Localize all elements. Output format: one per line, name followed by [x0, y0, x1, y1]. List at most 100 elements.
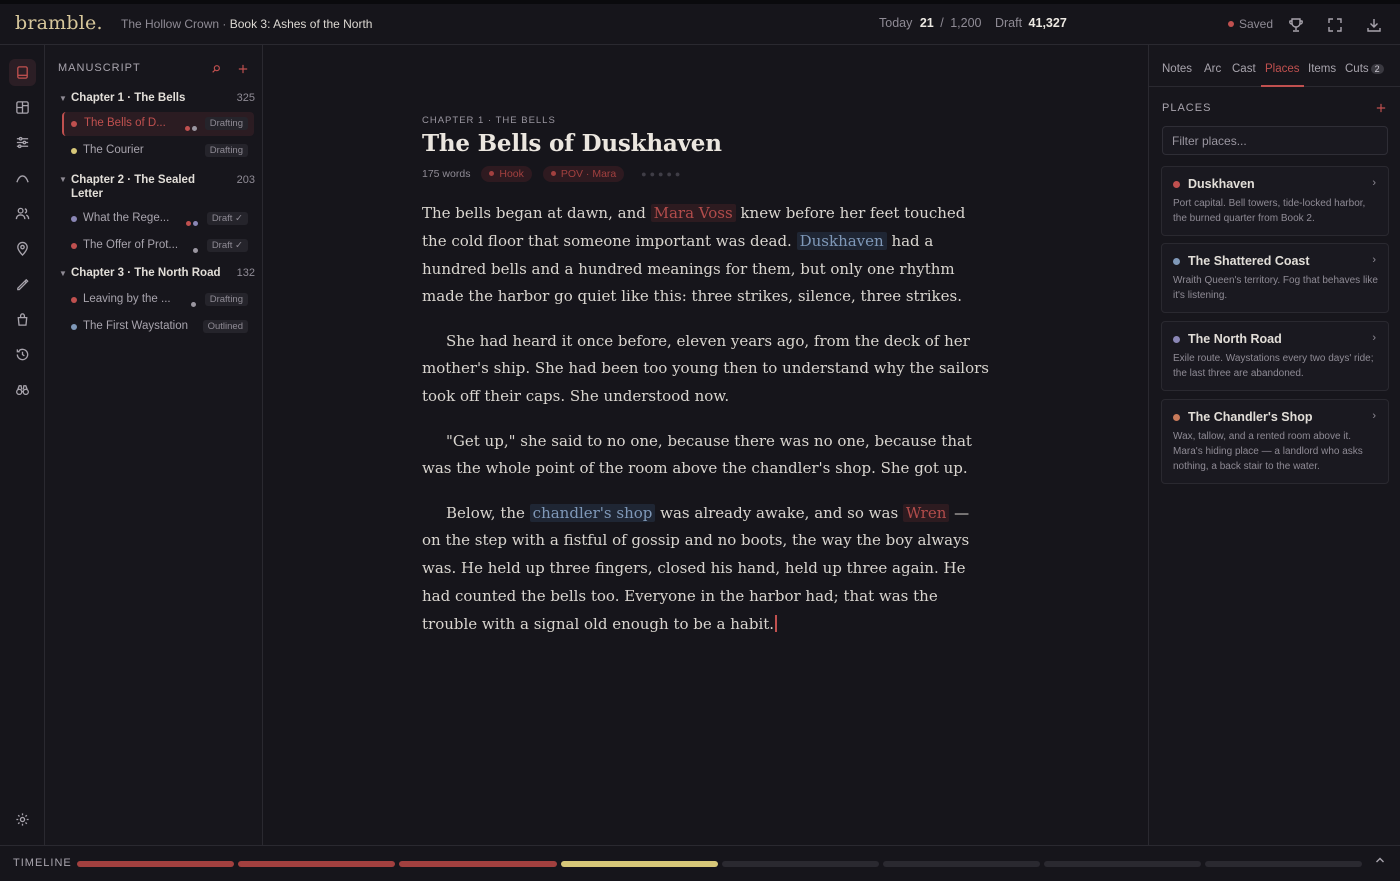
place-card[interactable]: The North Road › Exile route. Waystation…	[1161, 321, 1389, 391]
chevron-down-icon[interactable]: ▼	[59, 269, 71, 278]
tab-cuts-label: Cuts	[1345, 63, 1369, 75]
chapter-3[interactable]: ▼ Chapter 3 · The North Road 132	[59, 267, 255, 279]
scene-item[interactable]: The First Waystation Outlined	[62, 315, 254, 339]
word-count: 175 words	[422, 168, 471, 180]
manuscript-icon[interactable]	[9, 59, 36, 86]
pov-dots	[186, 217, 200, 226]
place-color-dot	[1173, 414, 1180, 421]
star-icon[interactable]: ●	[650, 169, 658, 179]
timeline-segment[interactable]	[722, 861, 879, 867]
items-icon[interactable]	[9, 306, 36, 333]
tab-items[interactable]: Items	[1308, 63, 1336, 75]
timeline-segment[interactable]	[561, 861, 718, 867]
history-icon[interactable]	[9, 341, 36, 368]
place-card[interactable]: Duskhaven › Port capital. Bell towers, t…	[1161, 166, 1389, 236]
tab-cuts[interactable]: Cuts 2	[1345, 63, 1384, 75]
goal-slash: /	[940, 16, 944, 30]
today-goal: 1,200	[950, 16, 982, 30]
hook-tag-dot	[489, 171, 495, 176]
download-icon[interactable]	[1365, 16, 1383, 34]
scene-status-dot	[71, 243, 77, 249]
places-icon[interactable]	[9, 235, 36, 262]
manuscript-heading: MANUSCRIPT	[58, 62, 141, 74]
hook-tag[interactable]: Hook	[481, 166, 532, 182]
pov-dot	[192, 126, 197, 131]
pov-dot	[193, 248, 198, 253]
character-mention[interactable]: Mara Voss	[650, 204, 736, 222]
pov-dot	[185, 126, 190, 131]
fullscreen-icon[interactable]	[1326, 16, 1344, 34]
chapter-word-count: 203	[236, 174, 255, 186]
chevron-down-icon[interactable]: ▼	[59, 94, 71, 103]
pov-dot	[193, 221, 198, 226]
scene-status-badge: Drafting	[204, 144, 248, 157]
chevron-right-icon[interactable]: ›	[1372, 177, 1376, 189]
board-icon[interactable]	[9, 94, 36, 121]
cast-icon[interactable]	[9, 200, 36, 227]
character-mention[interactable]: Wren	[902, 503, 950, 522]
rating-stars[interactable]: ●●●●●	[641, 169, 683, 179]
tab-notes[interactable]: Notes	[1162, 63, 1192, 75]
timeline-segment[interactable]	[77, 861, 234, 867]
place-card[interactable]: The Chandler's Shop › Wax, tallow, and a…	[1161, 399, 1389, 484]
star-icon[interactable]: ●	[666, 169, 674, 179]
add-place-icon[interactable]	[1376, 100, 1386, 116]
breadcrumb-book[interactable]: Book 3: Ashes of the North	[230, 17, 373, 31]
editor-pane[interactable]: CHAPTER 1 · THE BELLS The Bells of Duskh…	[263, 45, 1148, 845]
scene-item[interactable]: Leaving by the ... Drafting	[62, 288, 254, 312]
settings-icon[interactable]	[9, 806, 36, 833]
star-icon[interactable]: ●	[675, 169, 683, 179]
paragraph: "Get up," she said to no one, because th…	[422, 431, 972, 478]
chevron-right-icon[interactable]: ›	[1372, 332, 1376, 344]
sliders-icon[interactable]	[9, 129, 36, 156]
timeline-segment[interactable]	[883, 861, 1040, 867]
place-name: The Chandler's Shop	[1188, 410, 1313, 424]
filter-places-input[interactable]	[1162, 126, 1388, 155]
scene-item[interactable]: What the Rege... Draft ✓	[62, 207, 254, 231]
pen-icon[interactable]	[9, 270, 36, 297]
scene-item[interactable]: The Offer of Prot... Draft ✓	[62, 234, 254, 258]
star-icon[interactable]: ●	[641, 169, 649, 179]
scene-title: The Offer of Prot...	[83, 239, 179, 251]
scene-title: The Courier	[83, 144, 144, 156]
pov-tag-label: POV · Mara	[560, 168, 617, 180]
word-stats: Today 21 / 1,200 Draft 41,327	[879, 16, 1067, 30]
timeline-segment[interactable]	[1044, 861, 1201, 867]
chapter-2[interactable]: ▼ Chapter 2 · The Sealed Letter 203	[59, 173, 255, 201]
add-scene-icon[interactable]	[238, 62, 248, 76]
paragraph: The bells began at dawn, and Mara Voss k…	[422, 200, 992, 311]
place-mention[interactable]: chandler's shop	[529, 503, 656, 522]
scene-meta: 175 words Hook POV · Mara ●●●●●	[422, 166, 683, 182]
text-caret	[775, 614, 777, 632]
scene-item[interactable]: The Courier Drafting	[62, 139, 254, 163]
pov-dots	[191, 298, 198, 307]
text-run: — on the step with a fistful of gossip a…	[422, 503, 970, 633]
trophy-icon[interactable]	[1287, 16, 1305, 34]
chevron-right-icon[interactable]: ›	[1372, 410, 1376, 422]
scene-title-heading[interactable]: The Bells of Duskhaven	[422, 130, 722, 157]
scene-status-dot	[71, 148, 77, 154]
search-icon[interactable]	[211, 62, 224, 76]
tab-places[interactable]: Places	[1261, 63, 1304, 87]
place-mention[interactable]: Duskhaven	[796, 231, 887, 250]
scene-title: The First Waystation	[83, 320, 189, 332]
breadcrumb-series[interactable]: The Hollow Crown	[121, 17, 219, 31]
chevron-up-icon[interactable]	[1374, 854, 1386, 869]
reference-panel: Notes Arc Cast Places Items Cuts 2 PLACES…	[1148, 45, 1400, 845]
tab-cast[interactable]: Cast	[1232, 63, 1256, 75]
tab-arc[interactable]: Arc	[1204, 63, 1221, 75]
chevron-down-icon[interactable]: ▼	[59, 173, 71, 187]
chevron-right-icon[interactable]: ›	[1372, 254, 1376, 266]
pov-tag[interactable]: POV · Mara	[542, 166, 625, 182]
timeline-segment[interactable]	[399, 861, 557, 867]
arc-icon[interactable]	[9, 165, 36, 192]
place-name: The North Road	[1188, 332, 1282, 346]
scene-status-badge: Draft ✓	[206, 239, 248, 252]
scene-item[interactable]: The Bells of D... Drafting	[62, 112, 254, 136]
timeline-segment[interactable]	[1205, 861, 1362, 867]
chapter-1[interactable]: ▼ Chapter 1 · The Bells 325	[59, 92, 255, 104]
place-card[interactable]: The Shattered Coast › Wraith Queen's ter…	[1161, 243, 1389, 313]
binoculars-icon[interactable]	[9, 376, 36, 403]
timeline-segment[interactable]	[238, 861, 395, 867]
manuscript-text[interactable]: The bells began at dawn, and Mara Voss k…	[422, 200, 992, 655]
